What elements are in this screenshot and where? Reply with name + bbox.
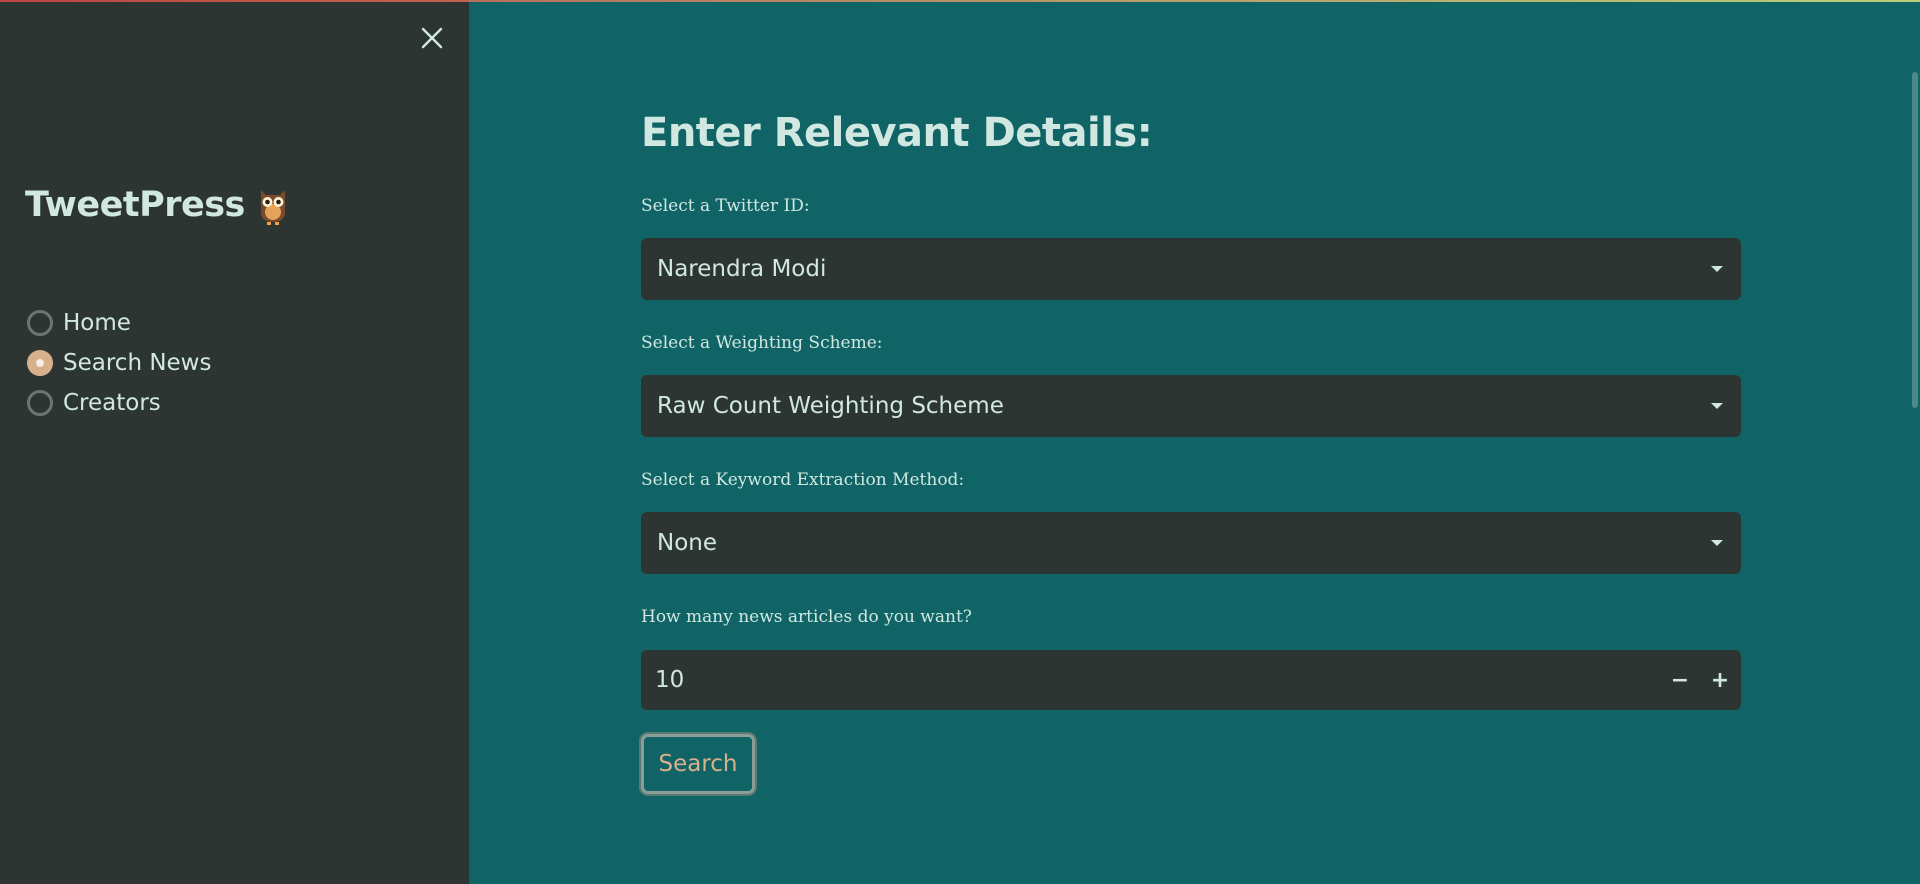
nav-item-home[interactable]: Home — [27, 303, 211, 343]
twitter-id-label: Select a Twitter ID: — [641, 196, 810, 216]
select-value: Narendra Modi — [657, 256, 827, 282]
nav-label: Search News — [63, 350, 212, 376]
nav-label: Home — [63, 310, 131, 336]
brand-title: TweetPress — [25, 185, 245, 225]
close-icon — [421, 27, 443, 49]
brand: TweetPress — [25, 180, 289, 230]
search-button[interactable]: Search — [641, 734, 755, 794]
weighting-scheme-label: Select a Weighting Scheme: — [641, 333, 883, 353]
select-value: Raw Count Weighting Scheme — [657, 393, 1004, 419]
keyword-method-label: Select a Keyword Extraction Method: — [641, 470, 965, 490]
chevron-down-icon — [1711, 266, 1723, 272]
owl-icon — [260, 190, 285, 225]
articles-count-input[interactable] — [641, 650, 1641, 710]
chevron-down-icon — [1711, 403, 1723, 409]
close-sidebar-button[interactable] — [416, 24, 448, 52]
decoration-line — [0, 0, 1920, 2]
chevron-down-icon — [1711, 540, 1723, 546]
page-title: Enter Relevant Details: — [641, 110, 1153, 156]
page-navigation: Home Search News Creators — [27, 303, 211, 423]
articles-count-label: How many news articles do you want? — [641, 607, 972, 627]
increment-button[interactable]: + — [1700, 650, 1740, 710]
twitter-id-select[interactable]: Narendra Modi — [641, 238, 1741, 300]
nav-label: Creators — [63, 390, 161, 416]
articles-count-stepper: − + — [641, 650, 1741, 710]
sidebar: TweetPress Home Search News Creators — [0, 0, 469, 884]
decrement-button[interactable]: − — [1660, 650, 1700, 710]
radio-button[interactable] — [27, 310, 53, 336]
radio-button[interactable] — [27, 390, 53, 416]
weighting-scheme-select[interactable]: Raw Count Weighting Scheme — [641, 375, 1741, 437]
app-root: TweetPress Home Search News Creators Ent… — [0, 0, 1920, 884]
scrollbar[interactable] — [1912, 72, 1918, 408]
nav-item-creators[interactable]: Creators — [27, 383, 211, 423]
select-value: None — [657, 530, 718, 556]
radio-button-selected[interactable] — [27, 350, 53, 376]
keyword-method-select[interactable]: None — [641, 512, 1741, 574]
nav-item-search-news[interactable]: Search News — [27, 343, 211, 383]
